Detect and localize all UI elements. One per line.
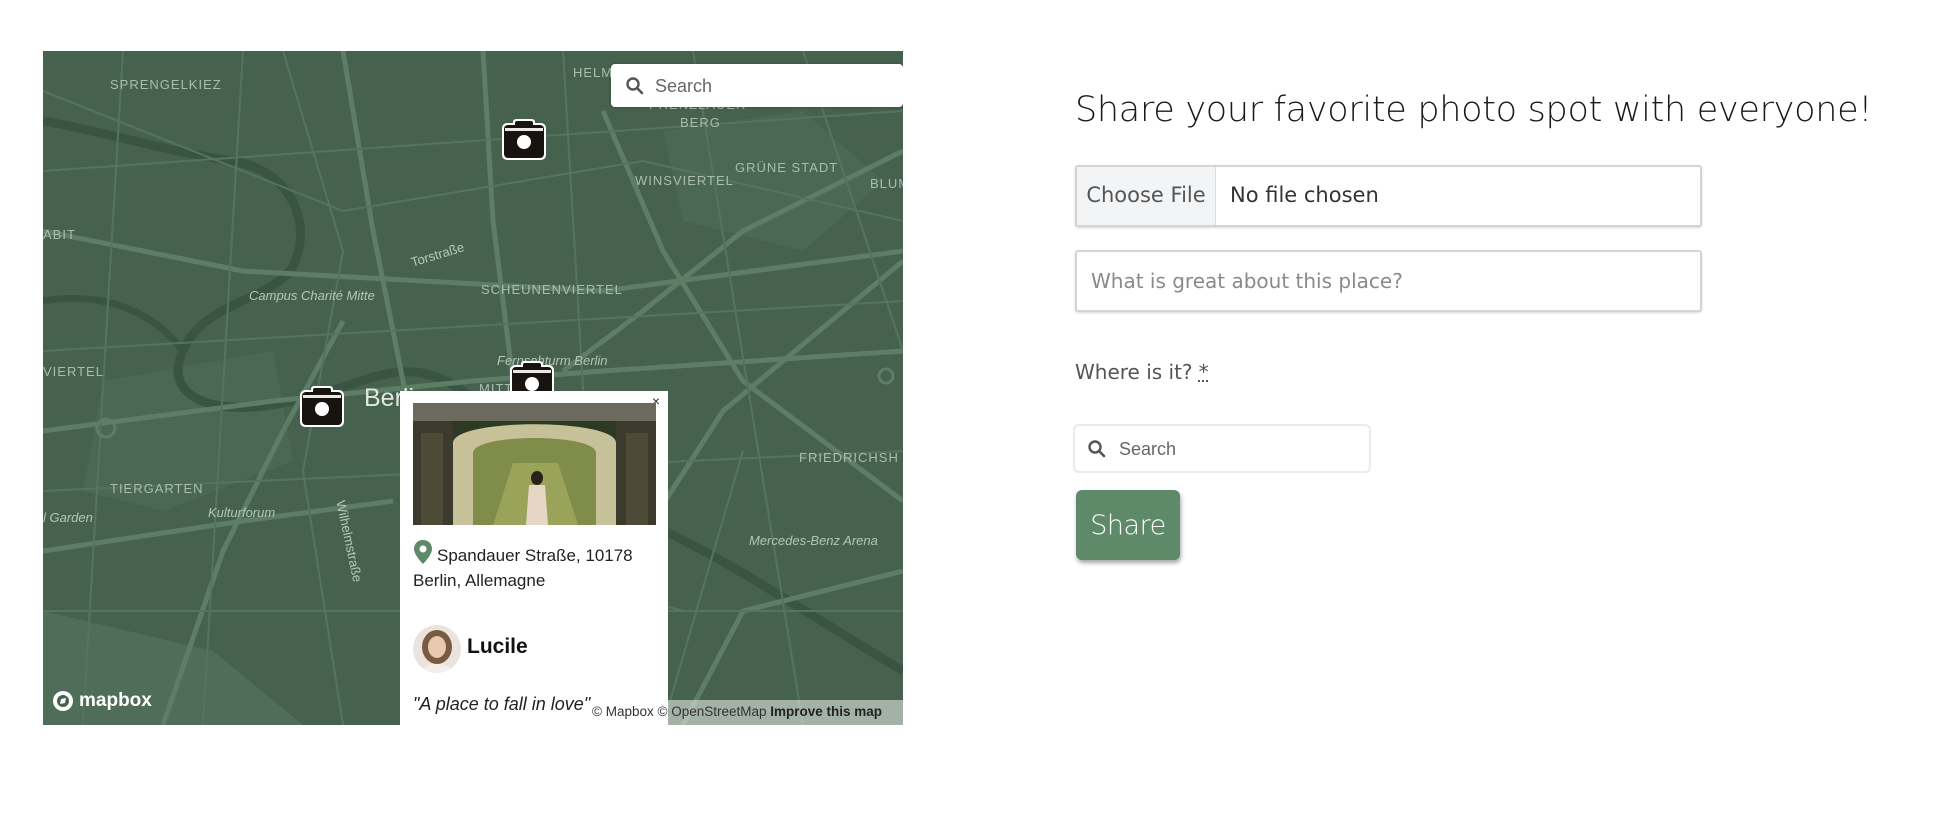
camera-marker-icon[interactable] [299, 384, 345, 428]
page-title: Share your favorite photo spot with ever… [1075, 90, 1873, 130]
map-label-mercedes: Mercedes-Benz Arena [749, 533, 878, 548]
photo-file-input[interactable]: Choose File No file chosen [1075, 165, 1702, 227]
search-icon [626, 77, 644, 95]
map-label-helm: HELM [573, 65, 614, 80]
map-label-garden: l Garden [43, 510, 93, 525]
search-icon [1088, 440, 1106, 458]
spot-address: Spandauer Straße, 10178 Berlin, Allemagn… [413, 539, 661, 593]
map-label-berg: BERG [680, 115, 721, 130]
location-label-text: Where is it? [1075, 360, 1193, 384]
spot-username[interactable]: Lucile [467, 635, 528, 659]
location-pin-icon [414, 540, 432, 564]
location-search-box[interactable] [1075, 426, 1369, 473]
mapbox-logo[interactable]: mapbox [52, 690, 152, 712]
location-search-input[interactable] [1117, 426, 1361, 473]
map-label-kulturforum: Kulturforum [208, 505, 276, 520]
map-label-winsviertel: WINSVIERTEL [635, 173, 734, 188]
camera-marker-icon[interactable] [501, 117, 547, 161]
map-search-input[interactable] [653, 64, 897, 109]
map-label-blum: BLUM [870, 176, 903, 191]
map-search-box[interactable] [611, 64, 903, 109]
map-label-friedrichshain: FRIEDRICHSH [799, 450, 899, 465]
spot-address-text: Spandauer Straße, 10178 Berlin, Allemagn… [413, 546, 633, 590]
map-label-campus: Campus Charité Mitte [249, 288, 375, 303]
file-status: No file chosen [1230, 183, 1379, 207]
map-label-tiergarten: TIERGARTEN [110, 481, 204, 496]
choose-file-button[interactable]: Choose File [1077, 167, 1216, 225]
spot-quote: "A place to fall in love" [413, 694, 591, 714]
map-label-gruene-stadt: GRÜNE STADT [735, 160, 839, 175]
spot-photo [413, 403, 656, 525]
location-label: Where is it? * [1075, 360, 1209, 384]
description-field[interactable] [1075, 250, 1702, 312]
map[interactable]: SPRENGELKIEZ HELM PRENZLAUER BERG GRÜNE … [43, 51, 903, 725]
mapbox-logo-icon [53, 691, 73, 711]
map-label-abit: ABIT [43, 227, 76, 242]
improve-map-link[interactable]: Improve this map [770, 704, 882, 719]
map-attribution: © Mapbox © OpenStreetMap Improve this ma… [588, 700, 903, 725]
map-label-viertel: VIERTEL [43, 364, 104, 379]
share-button[interactable]: Share [1076, 490, 1180, 560]
map-label-scheunenviertel: SCHEUNENVIERTEL [481, 282, 623, 297]
map-label-sprengelkiez: SPRENGELKIEZ [110, 77, 222, 92]
attribution-osm-link[interactable]: © OpenStreetMap [658, 704, 767, 719]
spot-popup: × Spandauer Straße, 10178 Berlin, Allema… [400, 391, 668, 725]
description-input[interactable] [1077, 252, 1700, 310]
mapbox-logo-text: mapbox [79, 690, 152, 711]
user-avatar[interactable] [413, 625, 461, 673]
attribution-mapbox-link[interactable]: © Mapbox [592, 704, 654, 719]
required-marker: * [1198, 360, 1209, 384]
